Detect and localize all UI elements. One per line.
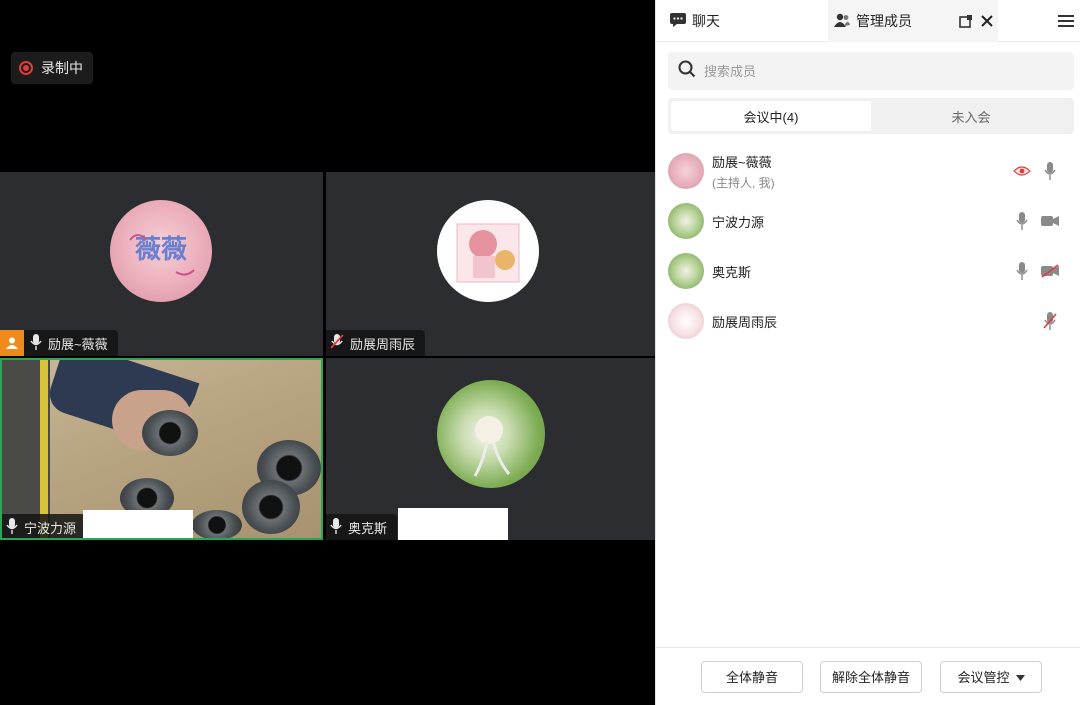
search-icon	[678, 60, 696, 83]
tab-label: 管理成员	[856, 13, 912, 29]
mic-muted-icon	[330, 333, 344, 353]
mic-icon[interactable]	[1013, 262, 1031, 280]
camera-icon[interactable]	[1041, 212, 1059, 230]
popout-icon[interactable]	[956, 11, 976, 31]
member-name: 奥克斯	[712, 264, 752, 280]
participant-label: 励展周雨辰	[326, 330, 426, 356]
participant-name: 励展~薇薇	[48, 336, 108, 352]
redaction-box	[398, 508, 508, 540]
recording-icon	[1013, 162, 1031, 180]
record-icon	[19, 61, 33, 75]
video-tile-participant[interactable]: 奥克斯	[326, 358, 655, 540]
panel-footer: 全体静音 解除全体静音 会议管控	[656, 647, 1080, 705]
video-tile-active-speaker[interactable]: 宁波力源	[0, 358, 323, 540]
members-icon	[834, 13, 850, 30]
mic-icon[interactable]	[1041, 162, 1059, 180]
svg-text:薇薇: 薇薇	[135, 235, 187, 265]
member-search	[668, 52, 1074, 90]
tab-in-meeting[interactable]: 会议中(4)	[671, 101, 871, 131]
tab-chat[interactable]: 聊天	[662, 0, 728, 42]
unmute-all-button[interactable]: 解除全体静音	[820, 660, 922, 693]
avatar	[668, 253, 704, 289]
video-tile-host[interactable]: 薇薇 励展~薇薇	[0, 172, 323, 356]
menu-icon[interactable]	[1056, 11, 1076, 31]
search-input[interactable]	[704, 63, 1044, 79]
participant-name: 奥克斯	[348, 520, 388, 536]
avatar	[437, 380, 545, 488]
meeting-controls-button[interactable]: 会议管控	[940, 660, 1042, 693]
participant-label: 励展~薇薇	[0, 330, 118, 356]
avatar	[668, 303, 704, 339]
mic-icon	[330, 517, 342, 537]
video-tile-participant[interactable]: 励展周雨辰	[326, 172, 655, 356]
avatar	[668, 153, 704, 189]
list-item[interactable]: 宁波力源	[656, 196, 1080, 246]
mute-all-button[interactable]: 全体静音	[701, 660, 803, 693]
avatar	[437, 200, 539, 302]
caret-down-icon	[1015, 669, 1025, 684]
member-name: 励展~薇薇	[712, 154, 772, 170]
mic-icon	[30, 333, 42, 353]
tab-label: 聊天	[692, 13, 720, 29]
mic-muted-icon[interactable]	[1041, 312, 1059, 330]
tab-not-joined[interactable]: 未入会	[871, 101, 1071, 131]
participant-label: 奥克斯	[326, 514, 398, 540]
member-filter-tabs: 会议中(4) 未入会	[668, 98, 1074, 134]
member-role: (主持人, 我)	[712, 175, 775, 190]
list-item[interactable]: 励展周雨辰	[656, 296, 1080, 346]
redaction-box	[83, 510, 193, 538]
chat-icon	[670, 12, 686, 30]
mic-icon[interactable]	[1013, 212, 1031, 230]
participant-name: 励展周雨辰	[350, 336, 416, 352]
side-panel: 聊天 管理成员 会议中(4) 未入会 励展~	[655, 0, 1080, 705]
close-icon[interactable]	[977, 11, 997, 31]
mic-icon	[6, 517, 18, 537]
panel-tabs: 聊天 管理成员	[656, 0, 1080, 42]
recording-label: 录制中	[41, 60, 83, 76]
avatar: 薇薇	[110, 200, 212, 302]
video-area: 录制中 薇薇 励展~薇薇 励展周雨辰 宁波力源 奥克斯	[0, 0, 655, 705]
list-item[interactable]: 奥克斯	[656, 246, 1080, 296]
participant-label: 宁波力源	[2, 514, 87, 538]
member-name: 宁波力源	[712, 214, 765, 230]
camera-off-icon[interactable]	[1041, 262, 1059, 280]
host-icon	[0, 330, 24, 356]
participant-name: 宁波力源	[24, 520, 77, 536]
avatar	[668, 203, 704, 239]
member-list: 励展~薇薇 (主持人, 我) 宁波力源 奥克斯 励展周雨辰	[656, 146, 1080, 346]
list-item[interactable]: 励展~薇薇 (主持人, 我)	[656, 146, 1080, 196]
button-label: 会议管控	[957, 670, 1010, 685]
member-name: 励展周雨辰	[712, 314, 778, 330]
recording-indicator[interactable]: 录制中	[11, 52, 93, 84]
